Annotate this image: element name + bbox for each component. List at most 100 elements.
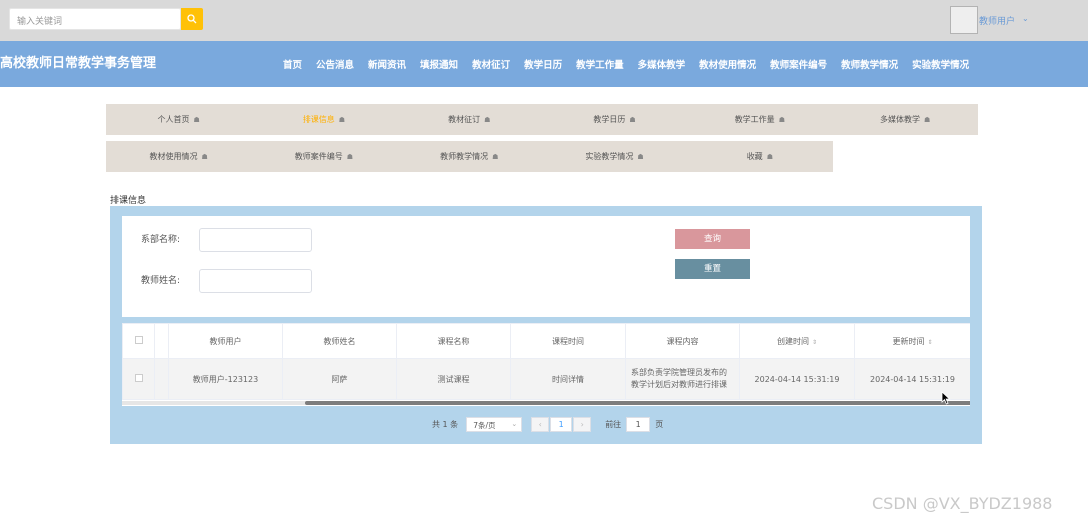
cell-course-time: 时间详情 [510, 358, 626, 400]
col-course-content: 课程内容 [625, 323, 740, 359]
tab-textbook-order[interactable]: 教材征订 ☗ [397, 114, 542, 125]
reset-button[interactable]: 重置 [675, 259, 750, 279]
home-icon: ☗ [484, 116, 491, 124]
home-icon: ☗ [193, 116, 200, 124]
total-count: 共 1 条 [432, 420, 459, 429]
department-input[interactable] [199, 228, 312, 252]
teacher-name-label: 教师姓名: [141, 276, 181, 286]
cell-updated-time: 2024-04-14 15:31:19 [854, 358, 970, 400]
row-checkbox[interactable] [134, 374, 143, 382]
page-size-select[interactable]: 7条/页 ⌄ [466, 417, 523, 432]
pagination: 共 1 条 7条/页 ⌄ ‹ 1 › 前往 1 页 [432, 417, 663, 432]
query-button[interactable]: 查询 [675, 229, 750, 249]
sort-icon[interactable]: ⇕ [927, 339, 932, 346]
chevron-down-icon: ⌄ [511, 420, 518, 428]
content-panel: 系部名称: 教师姓名: 查询 重置 教师用户 教师姓名 课程名称 课程时间 课程… [110, 206, 982, 444]
next-page-button[interactable]: › [573, 417, 592, 432]
cell-teacher-user: 教师用户-123123 [168, 358, 283, 400]
main-navbar: 高校教师日常教学事务管理 首页 公告消息 新闻资讯 填报通知 教材征订 教学日历… [0, 41, 1088, 87]
home-icon: ☗ [778, 116, 785, 124]
goto-label: 前往 [605, 420, 622, 429]
tab-label: 教师教学情况 [440, 152, 489, 161]
nav-item-lab-teaching[interactable]: 实验教学情况 [905, 57, 976, 71]
nav-item-case-number[interactable]: 教师案件编号 [763, 57, 834, 71]
chevron-down-icon[interactable]: ⌄ [1022, 14, 1029, 23]
tab-label: 实验教学情况 [585, 152, 634, 161]
nav-item-multimedia[interactable]: 多媒体教学 [631, 57, 693, 71]
horizontal-scrollbar-thumb[interactable] [305, 401, 970, 405]
search-button[interactable] [181, 8, 203, 30]
goto-page-input[interactable]: 1 [626, 417, 651, 432]
home-icon: ☗ [201, 153, 208, 161]
nav-item-teaching-status[interactable]: 教师教学情况 [834, 57, 905, 71]
teacher-name-input[interactable] [199, 269, 312, 293]
col-updated-time[interactable]: 更新时间 ⇕ [854, 323, 970, 359]
col-created-time[interactable]: 创建时间 ⇕ [739, 323, 855, 359]
col-course-time: 课程时间 [510, 323, 626, 359]
tab-lab-teaching[interactable]: 实验教学情况 ☗ [542, 151, 687, 162]
tab-teaching-calendar[interactable]: 教学日历 ☗ [542, 114, 687, 125]
tab-label: 教师案件编号 [294, 152, 343, 161]
home-icon: ☗ [637, 153, 644, 161]
tab-multimedia[interactable]: 多媒体教学 ☗ [832, 114, 977, 125]
nav-item-news[interactable]: 新闻资讯 [361, 57, 413, 71]
tab-label: 排课信息 [302, 115, 335, 124]
home-icon: ☗ [923, 116, 931, 124]
col-teacher-user: 教师用户 [168, 323, 283, 359]
tab-label: 个人首页 [157, 115, 190, 124]
table-header-row: 教师用户 教师姓名 课程名称 课程时间 课程内容 创建时间 ⇕ 更新时间 ⇕ [122, 323, 970, 359]
nav-item-workload[interactable]: 教学工作量 [569, 57, 631, 71]
user-menu-label[interactable]: 教师用户 [979, 14, 1015, 27]
spacer-cell [154, 358, 169, 400]
select-all-checkbox[interactable] [134, 336, 143, 344]
sort-icon[interactable]: ⇕ [812, 339, 817, 346]
nav-item-notices[interactable]: 填报通知 [413, 57, 465, 71]
tab-personal-home[interactable]: 个人首页 ☗ [106, 114, 251, 125]
tab-label: 教材使用情况 [149, 152, 198, 161]
row-select-cell[interactable] [122, 358, 155, 400]
home-icon: ☗ [346, 153, 354, 161]
prev-page-button[interactable]: ‹ [531, 417, 550, 432]
home-icon: ☗ [338, 116, 346, 124]
nav-item-textbook-usage[interactable]: 教材使用情况 [692, 57, 763, 71]
nav-item-textbook-order[interactable]: 教材征订 [465, 57, 517, 71]
tab-case-number[interactable]: 教师案件编号 ☗ [251, 151, 396, 162]
nav-item-teaching-calendar[interactable]: 教学日历 [517, 57, 569, 71]
top-bar: 输入关键词 教师用户 ⌄ [0, 0, 1088, 41]
tab-row-1: 个人首页 ☗ 排课信息 ☗ 教材征订 ☗ 教学日历 ☗ 教学工作量 ☗ 多媒体教学 ☗ [106, 104, 978, 135]
select-all-cell[interactable] [122, 323, 155, 359]
cell-created-time: 2024-04-14 15:31:19 [739, 358, 855, 400]
watermark: CSDN @VX_BYDZ1988 [872, 494, 1053, 513]
home-icon: ☗ [629, 116, 636, 124]
tab-textbook-usage[interactable]: 教材使用情况 ☗ [106, 151, 251, 162]
tab-schedule-info[interactable]: 排课信息 ☗ [251, 114, 396, 125]
avatar[interactable] [950, 6, 978, 34]
department-label: 系部名称: [141, 235, 181, 245]
search-input[interactable]: 输入关键词 [9, 8, 181, 30]
spacer-cell [154, 323, 169, 359]
tab-row-2: 教材使用情况 ☗ 教师案件编号 ☗ 教师教学情况 ☗ 实验教学情况 ☗ 收藏 ☗ [106, 141, 833, 172]
tab-teaching-status[interactable]: 教师教学情况 ☗ [397, 151, 542, 162]
mouse-cursor-icon [941, 391, 951, 405]
tab-favorites[interactable]: 收藏 ☗ [687, 151, 832, 162]
tab-label: 教学工作量 [734, 115, 775, 124]
tab-label: 多媒体教学 [879, 115, 920, 124]
table-row[interactable]: 教师用户-123123 阿萨 测试课程 时间详情 系部负责学院管理员发布的教学计… [122, 358, 970, 400]
schedule-table: 教师用户 教师姓名 课程名称 课程时间 课程内容 创建时间 ⇕ 更新时间 ⇕ 教师用… [122, 323, 970, 406]
tab-label: 教学日历 [593, 115, 626, 124]
search-icon [187, 14, 197, 24]
home-icon: ☗ [766, 153, 773, 161]
col-label: 创建时间 [776, 336, 809, 346]
page-size-value: 7条/页 [473, 421, 496, 430]
nav-item-home[interactable]: 首页 [276, 57, 309, 71]
tab-label: 教材征订 [448, 115, 481, 124]
nav-menu: 首页 公告消息 新闻资讯 填报通知 教材征订 教学日历 教学工作量 多媒体教学 … [276, 57, 976, 71]
site-title: 高校教师日常教学事务管理 [0, 56, 157, 71]
page-number-button[interactable]: 1 [550, 417, 573, 432]
nav-item-announcements[interactable]: 公告消息 [309, 57, 361, 71]
tab-workload[interactable]: 教学工作量 ☗ [687, 114, 832, 125]
cell-teacher-name: 阿萨 [282, 358, 397, 400]
section-title: 排课信息 [110, 196, 147, 206]
search-form: 系部名称: 教师姓名: 查询 重置 [122, 216, 970, 317]
tab-label: 收藏 [746, 152, 763, 161]
